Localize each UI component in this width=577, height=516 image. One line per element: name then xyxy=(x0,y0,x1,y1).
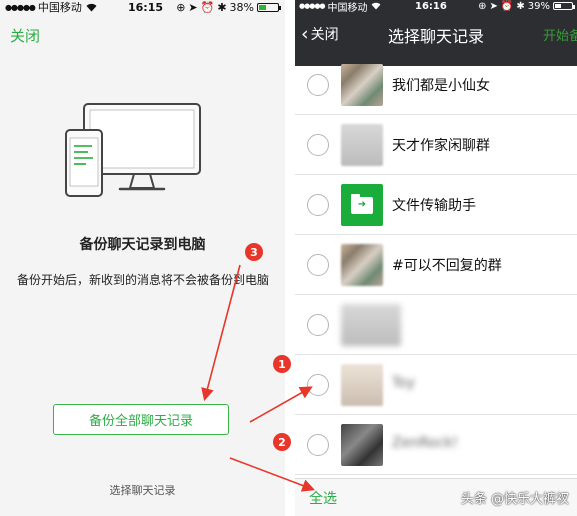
group-avatar xyxy=(341,64,383,106)
backup-description: 备份开始后，新收到的消息将不会被备份到电脑 xyxy=(17,273,270,287)
bottom-toolbar: 全选 头条 @快乐大裤衩 xyxy=(295,478,577,516)
step-badge-1: 1 xyxy=(273,355,291,373)
contact-avatar xyxy=(341,304,401,346)
status-time: 16:15 xyxy=(128,0,164,14)
carrier-label: 中国移动 xyxy=(37,1,82,14)
select-chats-link[interactable]: 选择聊天记录 xyxy=(0,482,285,498)
chat-row-4[interactable] xyxy=(295,295,577,355)
start-backup-button[interactable]: 开始备份 xyxy=(543,25,577,44)
chat-row-2[interactable]: ➜ 文件传输助手 xyxy=(295,175,577,235)
select-radio[interactable] xyxy=(307,374,329,396)
bluetooth-icon: ✱ xyxy=(516,0,525,12)
chat-row-0[interactable]: 我们都是小仙女 xyxy=(295,55,577,115)
chat-row-6[interactable]: ZenRock! xyxy=(295,415,577,475)
step-badge-3: 3 xyxy=(245,243,263,261)
select-radio[interactable] xyxy=(307,314,329,336)
chat-row-5[interactable]: Toy xyxy=(295,355,577,415)
phone-to-computer-illustration xyxy=(65,103,201,197)
wifi-icon xyxy=(86,3,97,11)
step-badge-2: 2 xyxy=(273,433,291,451)
lock-rotation-icon: ⊕ xyxy=(176,0,186,14)
status-time: 16:16 xyxy=(415,0,447,12)
contact-avatar xyxy=(341,424,383,466)
chat-name: #可以不回复的群 xyxy=(392,258,502,274)
battery-percent: 39% xyxy=(527,0,550,12)
right-phone-screen: ●●●●● 中国移动 16:16 ⊕ ➤ ⏰ ✱ 39% ‹ 关闭 选择聊天记录… xyxy=(295,0,577,516)
mobile-phone-icon xyxy=(65,129,103,197)
select-radio[interactable] xyxy=(307,194,329,216)
signal-icon: ●●●●● xyxy=(299,2,326,10)
alarm-icon: ⏰ xyxy=(500,0,514,12)
backup-title: 备份聊天记录到电脑 xyxy=(79,237,206,253)
group-avatar xyxy=(341,124,383,166)
close-button[interactable]: 关闭 xyxy=(10,25,40,46)
battery-icon xyxy=(257,2,281,12)
select-all-button[interactable]: 全选 xyxy=(309,488,337,508)
chat-name: Toy xyxy=(392,375,416,391)
select-radio[interactable] xyxy=(307,134,329,156)
chat-row-1[interactable]: 天才作家闲聊群 xyxy=(295,115,577,175)
chat-row-3[interactable]: #可以不回复的群 xyxy=(295,235,577,295)
battery-percent: 38% xyxy=(229,0,254,14)
left-phone-screen: ●●●●● 中国移动 16:15 ⊕ ➤ ⏰ ✱ 38% 关闭 备份聊天记录到电… xyxy=(0,0,285,516)
status-bar: ●●●●● 中国移动 16:15 ⊕ ➤ ⏰ ✱ 38% xyxy=(0,0,285,14)
bluetooth-icon: ✱ xyxy=(217,0,227,14)
chat-list: 我们都是小仙女 天才作家闲聊群 ➜ 文件传输助手 #可以不回复的群 Toy Ze… xyxy=(295,55,577,475)
page-title: 选择聊天记录 xyxy=(387,27,484,46)
location-icon: ➤ xyxy=(489,0,498,12)
status-bar: ●●●●● 中国移动 16:16 ⊕ ➤ ⏰ ✱ 39% xyxy=(295,0,577,14)
carrier-label: 中国移动 xyxy=(327,2,368,14)
select-radio[interactable] xyxy=(307,74,329,96)
chat-name: 文件传输助手 xyxy=(392,198,476,214)
lock-rotation-icon: ⊕ xyxy=(478,0,487,12)
signal-icon: ●●●●● xyxy=(5,2,36,12)
watermark: 头条 @快乐大裤衩 xyxy=(460,492,569,507)
battery-icon xyxy=(553,2,575,10)
chat-name: 天才作家闲聊群 xyxy=(392,138,490,154)
file-transfer-icon: ➜ xyxy=(341,184,383,226)
select-radio[interactable] xyxy=(307,254,329,276)
contact-avatar xyxy=(341,364,383,406)
backup-all-chats-button[interactable]: 备份全部聊天记录 xyxy=(53,404,229,435)
location-icon: ➤ xyxy=(188,0,198,14)
wifi-icon xyxy=(371,2,380,10)
group-avatar xyxy=(341,244,383,286)
select-radio[interactable] xyxy=(307,434,329,456)
chat-name: 我们都是小仙女 xyxy=(392,78,490,94)
alarm-icon: ⏰ xyxy=(200,0,215,14)
chat-name: ZenRock! xyxy=(392,435,459,451)
